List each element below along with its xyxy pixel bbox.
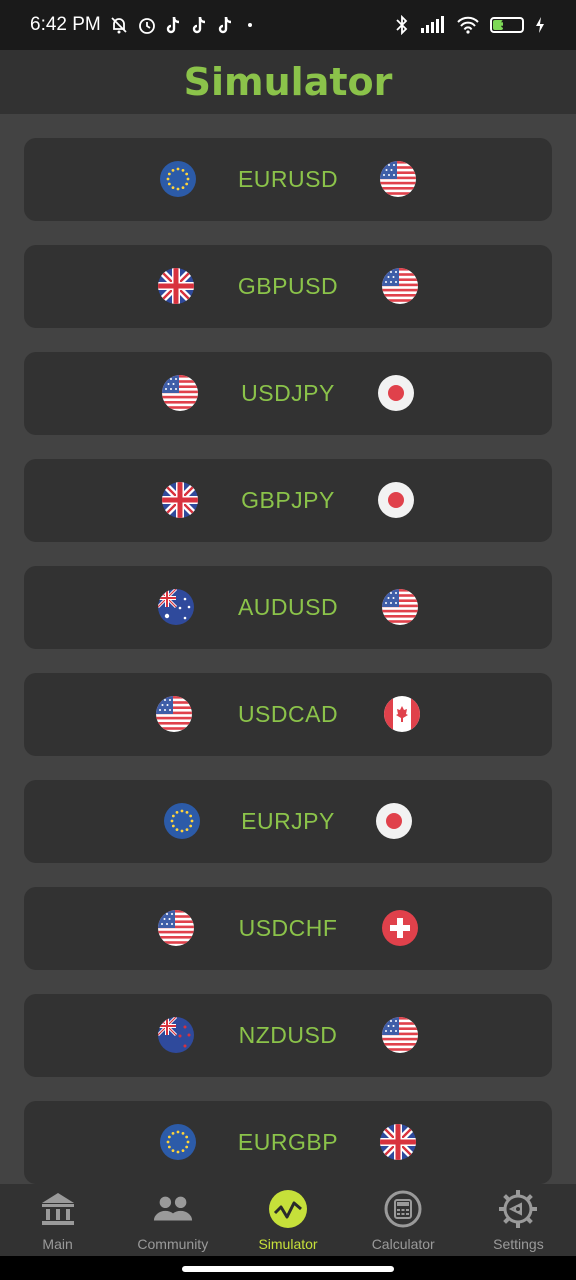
pair-card-usdjpy[interactable]: USDJPY [24,352,552,435]
flag-jp-icon [378,375,414,411]
pair-label: NZDUSD [238,1022,338,1048]
flag-jp-icon [376,803,412,839]
flag-us-icon [382,1017,418,1053]
pair-label: EURGBP [237,1129,339,1155]
flag-gb-icon [380,1124,416,1160]
battery-level: 35 [500,19,514,31]
gear-icon [497,1188,539,1230]
nav-item-calculator[interactable]: Calculator [346,1184,461,1256]
flag-ch-icon [382,910,418,946]
pair-card-audusd[interactable]: AUDUSD [24,566,552,649]
bell-off-icon [111,17,127,34]
pair-card-eurgbp[interactable]: EURGBP [24,1101,552,1184]
pair-label: GBPJPY [241,487,335,513]
pair-card-eurusd[interactable]: EURUSD [24,138,552,221]
status-bar: 6:42 PM 35 [0,0,576,50]
signal-icon [421,16,444,33]
status-left: 6:42 PM [30,14,257,36]
nav-label: Calculator [371,1236,435,1252]
nav-item-community[interactable]: Community [115,1184,230,1256]
nav-item-settings[interactable]: Settings [461,1184,576,1256]
pair-label: EURJPY [241,808,335,834]
bluetooth-icon [396,15,408,35]
alarm-icon [138,18,155,34]
pair-card-eurjpy[interactable]: EURJPY [24,780,552,863]
status-right: 35 [394,15,546,35]
chart-icon [267,1188,309,1230]
nav-label: Main [42,1236,73,1252]
bank-icon [37,1188,79,1230]
flag-jp-icon [378,482,414,518]
battery-icon: 35 [490,17,524,33]
status-time: 6:42 PM [30,14,101,35]
tiktok-icon [192,16,205,34]
flag-us-icon [382,268,418,304]
pair-label: USDJPY [241,380,335,406]
calculator-icon [382,1188,424,1230]
pair-label: USDCHF [238,915,338,941]
pair-label: AUDUSD [237,594,339,620]
tiktok-icon [166,16,179,34]
people-icon [152,1188,194,1230]
pair-label: USDCAD [237,701,339,727]
nav-item-simulator[interactable]: Simulator [230,1184,345,1256]
gesture-handle[interactable] [182,1266,394,1272]
pair-card-usdchf[interactable]: USDCHF [24,887,552,970]
pair-label: GBPUSD [237,273,339,299]
nav-item-main[interactable]: Main [0,1184,115,1256]
pair-card-usdcad[interactable]: USDCAD [24,673,552,756]
dot-icon [247,23,252,27]
nav-label: Simulator [258,1236,318,1252]
nav-label: Community [137,1236,209,1252]
tiktok-icon [218,16,231,34]
app-bar: Simulator [0,50,576,114]
pair-label: EURUSD [237,166,339,192]
flag-ca-icon [384,696,420,732]
bottom-nav: Main Community Simulator Calculator Settings [0,1184,576,1256]
pair-card-gbpjpy[interactable]: GBPJPY [24,459,552,542]
flag-us-icon [382,589,418,625]
nav-label: Settings [493,1236,544,1252]
flag-us-icon [380,161,416,197]
pair-card-nzdusd[interactable]: NZDUSD [24,994,552,1077]
page-title: Simulator [183,60,393,104]
wifi-icon [457,16,479,34]
pair-card-gbpusd[interactable]: GBPUSD [24,245,552,328]
charging-icon [536,17,544,33]
